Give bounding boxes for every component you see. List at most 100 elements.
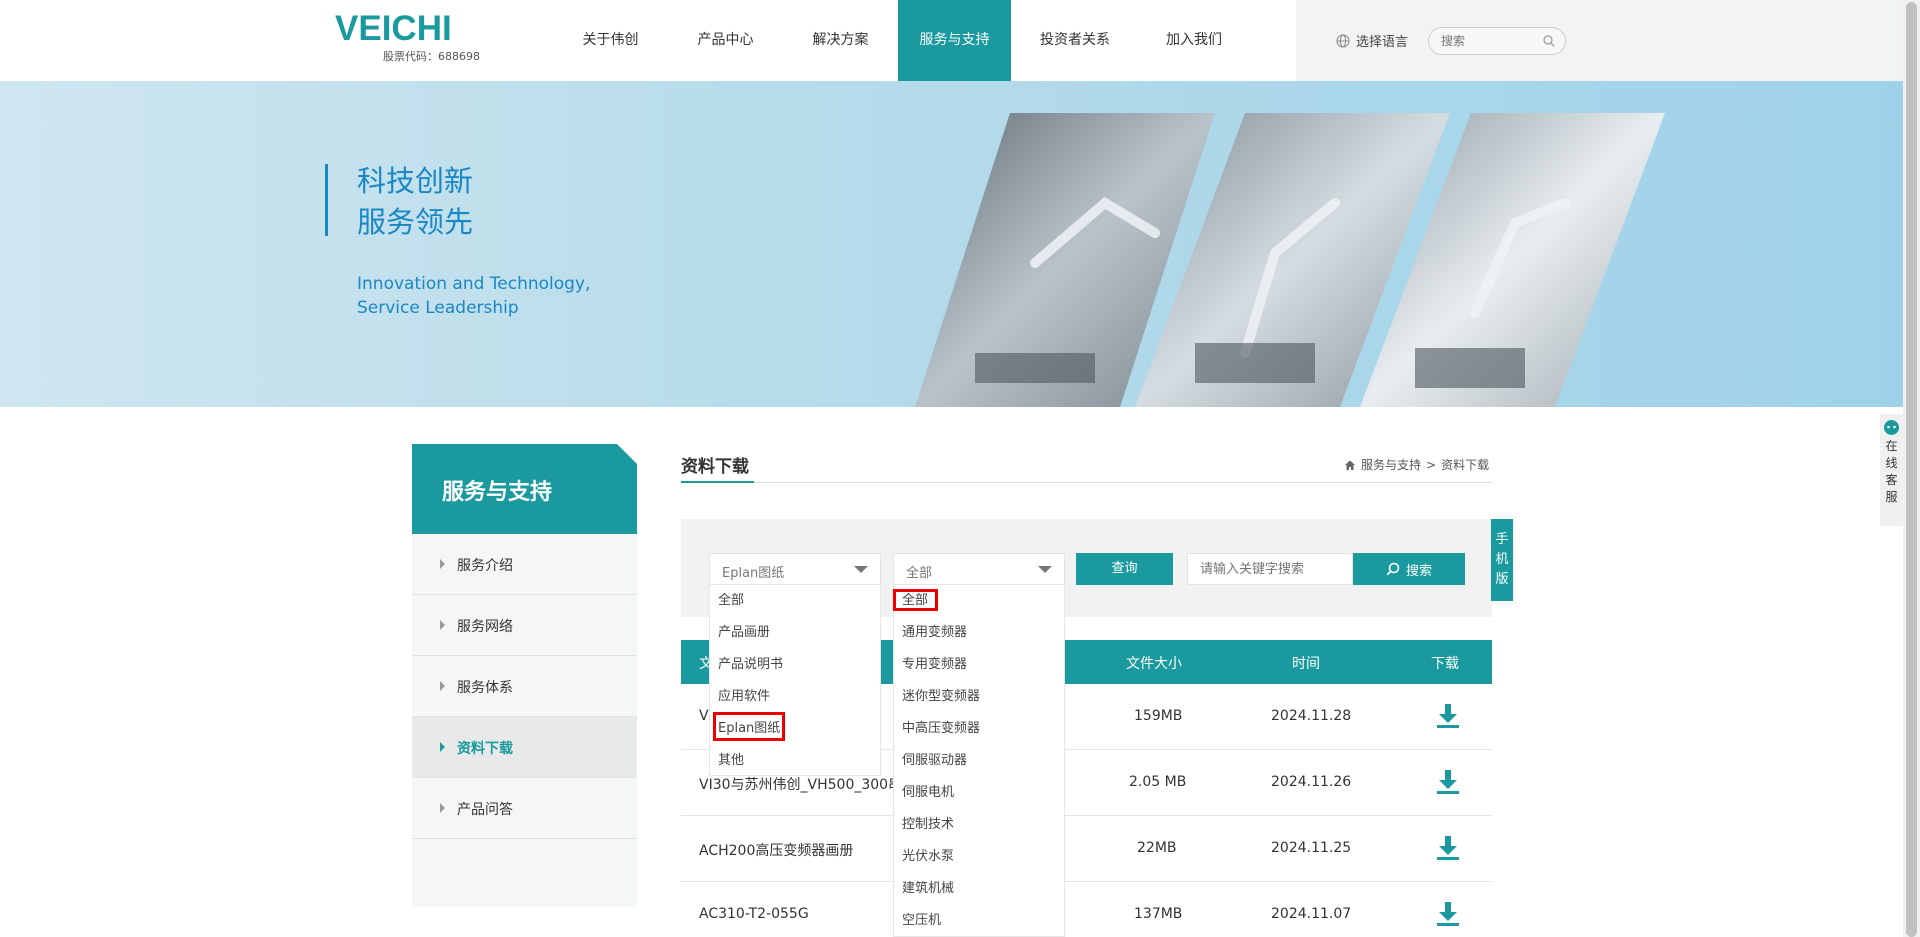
type-option-other[interactable]: 其他 [710, 745, 744, 777]
stock-code: 股票代码：688698 [383, 50, 480, 63]
type-select-value: Eplan图纸 [722, 566, 785, 581]
header-search-input[interactable] [1441, 28, 1541, 54]
breadcrumb-parent[interactable]: 服务与支持 [1361, 456, 1421, 473]
category-option[interactable]: 建筑机械 [894, 873, 954, 905]
breadcrumb-separator: > [1426, 457, 1437, 472]
sidebar-item-label: 服务介绍 [457, 558, 513, 574]
category-option[interactable]: 专用变频器 [894, 649, 967, 681]
category-option[interactable]: 光伏水泵 [894, 841, 954, 873]
file-date: 2024.11.07 [1271, 906, 1352, 922]
nav-join-us[interactable]: 加入我们 [1139, 0, 1249, 81]
sidebar-item-service-intro[interactable]: 服务介绍 [412, 534, 637, 595]
search-button[interactable]: 搜索 [1353, 553, 1465, 585]
page-title: 资料下载 [681, 457, 749, 477]
nav-service-support[interactable]: 服务与支持 [898, 0, 1011, 81]
file-name[interactable]: VI30与苏州伟创_VH500_300串口 [699, 774, 916, 794]
sidebar-item-label: 产品问答 [457, 802, 513, 818]
main-nav: 关于伟创 产品中心 解决方案 服务与支持 投资者关系 加入我们 [553, 0, 1249, 81]
sidebar-header: 服务与支持 [412, 444, 637, 534]
nav-about[interactable]: 关于伟创 [553, 0, 668, 81]
file-date: 2024.11.26 [1271, 774, 1352, 790]
highlight-box [713, 712, 785, 741]
logo-text: VEICHI [335, 9, 452, 48]
nav-products[interactable]: 产品中心 [668, 0, 783, 81]
download-icon[interactable] [1436, 835, 1460, 861]
type-option-all[interactable]: 全部 [710, 585, 744, 617]
category-option[interactable]: 伺服驱动器 [894, 745, 967, 777]
sidebar-item-downloads[interactable]: 资料下载 [412, 717, 637, 778]
home-icon[interactable] [1344, 459, 1356, 471]
banner-robot-image [915, 113, 1665, 407]
highlight-box [893, 589, 938, 611]
sidebar-item-label: 服务体系 [457, 680, 513, 696]
banner-en-line2: Service Leadership [357, 298, 519, 318]
language-selector[interactable]: 选择语言 [1336, 31, 1408, 50]
download-icon[interactable] [1436, 901, 1460, 927]
header-search [1428, 27, 1566, 55]
col-filesize: 文件大小 [1126, 656, 1182, 672]
type-select[interactable]: Eplan图纸 [709, 553, 881, 585]
triangle-right-icon [440, 742, 445, 752]
title-divider [681, 482, 1492, 483]
keyword-input[interactable] [1200, 554, 1350, 584]
online-service-char: 在 [1885, 439, 1898, 453]
title-underline [681, 481, 754, 483]
online-service-widget[interactable]: 在 线 客 服 [1880, 414, 1903, 526]
banner-cn-line1: 科技创新 [357, 164, 474, 198]
file-name[interactable]: V [699, 708, 709, 724]
category-option[interactable]: 中高压变频器 [894, 713, 980, 745]
download-icon[interactable] [1436, 769, 1460, 795]
type-option-manual[interactable]: 产品说明书 [710, 649, 783, 681]
triangle-right-icon [440, 620, 445, 630]
search-icon[interactable] [1543, 35, 1555, 47]
site-header: VEICHI 股票代码：688698 关于伟创 产品中心 解决方案 服务与支持 … [0, 0, 1920, 81]
category-option[interactable]: 控制技术 [894, 809, 954, 841]
page: VEICHI 股票代码：688698 关于伟创 产品中心 解决方案 服务与支持 … [0, 0, 1920, 937]
hero-banner: 科技创新 服务领先 Innovation and Technology, Ser… [0, 81, 1903, 407]
breadcrumb: 服务与支持 > 资料下载 [1344, 456, 1489, 473]
mobile-version-tab[interactable]: 手 机 版 [1491, 519, 1513, 601]
nav-solutions[interactable]: 解决方案 [783, 0, 898, 81]
scrollbar-thumb[interactable] [1906, 2, 1917, 937]
type-option-brochure[interactable]: 产品画册 [710, 617, 770, 649]
file-name[interactable]: AC310-T2-055G [699, 906, 809, 922]
download-icon[interactable] [1436, 703, 1460, 729]
sidebar-item-service-system[interactable]: 服务体系 [412, 656, 637, 717]
sidebar-item-product-qa[interactable]: 产品问答 [412, 778, 637, 839]
category-select[interactable]: 全部 [893, 553, 1065, 585]
file-name[interactable]: ACH200高压变频器画册 [699, 840, 853, 860]
category-option[interactable]: 通用变频器 [894, 617, 967, 649]
category-option[interactable]: 空压机 [894, 905, 941, 937]
type-option-software[interactable]: 应用软件 [710, 681, 770, 713]
file-date: 2024.11.25 [1271, 840, 1352, 856]
caret-down-icon [854, 566, 868, 573]
col-time: 时间 [1292, 656, 1320, 672]
mobile-tab-char: 机 [1495, 552, 1509, 567]
query-button[interactable]: 查询 [1076, 553, 1173, 585]
nav-investors[interactable]: 投资者关系 [1011, 0, 1139, 81]
category-option[interactable]: 伺服电机 [894, 777, 954, 809]
mobile-tab-char: 手 [1495, 532, 1509, 547]
banner-cn-line2: 服务领先 [357, 205, 474, 239]
category-option[interactable]: 迷你型变频器 [894, 681, 980, 713]
sidebar-item-service-network[interactable]: 服务网络 [412, 595, 637, 656]
banner-accent-bar [325, 164, 328, 236]
sidebar-item-label: 资料下载 [457, 741, 513, 757]
banner-slogan-cn: 科技创新 服务领先 [357, 161, 473, 243]
scrollbar[interactable] [1903, 0, 1920, 937]
keyword-field [1187, 553, 1353, 585]
banner-slogan-en: Innovation and Technology, Service Leade… [357, 272, 590, 320]
col-download: 下载 [1431, 656, 1459, 672]
online-service-char: 服 [1885, 490, 1898, 504]
language-label: 选择语言 [1356, 35, 1409, 50]
file-size: 159MB [1134, 708, 1183, 724]
logo[interactable]: VEICHI 股票代码：688698 [335, 9, 480, 64]
triangle-right-icon [440, 559, 445, 569]
sidebar-item-label: 服务网络 [457, 619, 513, 635]
chat-icon [1884, 420, 1899, 435]
file-size: 2.05 MB [1129, 774, 1187, 790]
banner-en-line1: Innovation and Technology, [357, 274, 591, 294]
mobile-tab-char: 版 [1495, 572, 1509, 587]
file-size: 137MB [1134, 906, 1183, 922]
sidebar-corner [617, 444, 637, 464]
